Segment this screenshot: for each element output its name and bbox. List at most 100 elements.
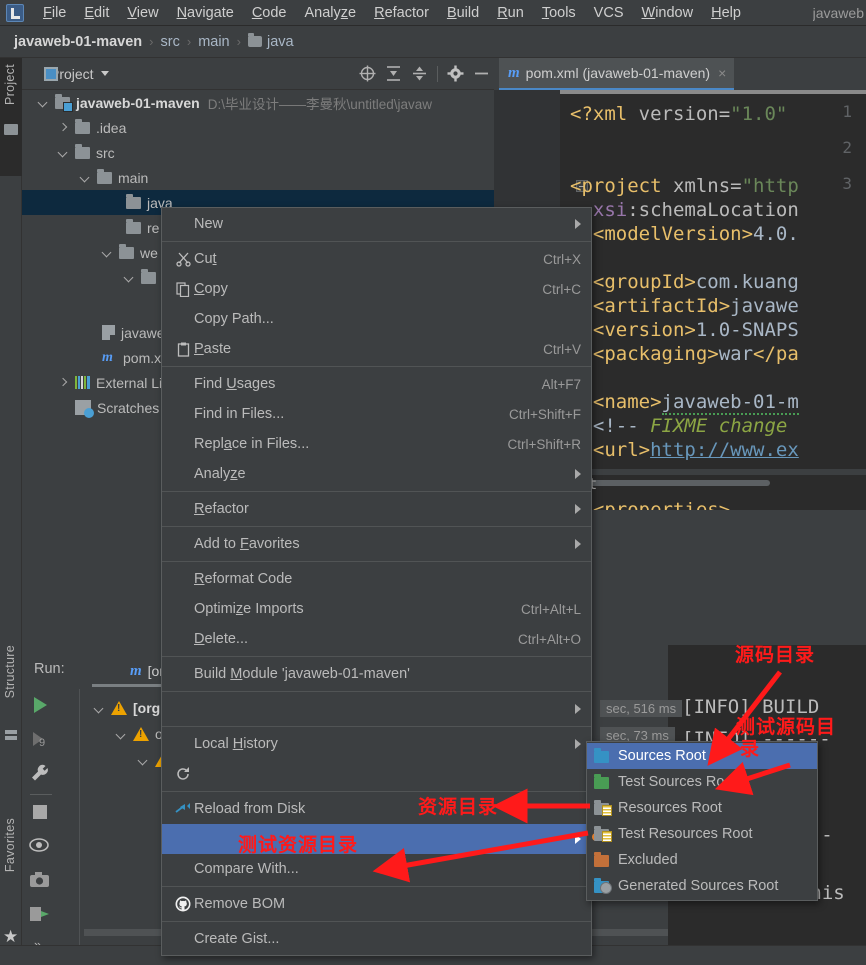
camera-icon[interactable] bbox=[29, 871, 51, 889]
menu-separator bbox=[162, 241, 591, 242]
eye-icon[interactable] bbox=[29, 837, 51, 855]
submenu-item-generated-sources-root[interactable]: Generated Sources Root bbox=[587, 873, 817, 899]
stripe-button-structure[interactable]: Structure bbox=[3, 645, 17, 698]
menu-separator bbox=[162, 561, 591, 562]
annotation-test-sources-root-line2: 录 bbox=[740, 738, 761, 760]
code-line: <!-- FIXME change bbox=[570, 415, 788, 437]
reload-icon bbox=[172, 766, 194, 782]
menu-item-compare-with[interactable]: Reload from Disk bbox=[162, 794, 591, 824]
menu-item-label: Cut bbox=[194, 251, 217, 267]
chevron-down-icon[interactable] bbox=[56, 146, 69, 159]
rerun-debug-icon[interactable]: 9 bbox=[30, 729, 50, 749]
breadcrumb-item-3[interactable]: java bbox=[267, 34, 294, 50]
breadcrumb-item-0[interactable]: javaweb-01-maven bbox=[14, 34, 142, 50]
collapse-all-icon[interactable] bbox=[411, 65, 428, 82]
hide-panel-icon[interactable] bbox=[473, 65, 490, 82]
menu-analyze[interactable]: Analyze bbox=[296, 3, 366, 23]
close-icon[interactable]: × bbox=[718, 65, 726, 81]
chevron-down-icon[interactable] bbox=[136, 754, 149, 767]
tree-row-main[interactable]: main bbox=[22, 165, 494, 190]
menu-item-refactor[interactable]: Refactor bbox=[162, 494, 591, 524]
menu-item-label: Refactor bbox=[194, 501, 249, 517]
editor-tab-pom-xml[interactable]: m pom.xml (javaweb-01-maven) × bbox=[499, 58, 735, 90]
menu-item-delete[interactable]: Delete... Ctrl+Alt+O bbox=[162, 624, 591, 654]
menu-item-cut[interactable]: Cut Ctrl+X bbox=[162, 244, 591, 274]
chevron-down-icon[interactable] bbox=[78, 171, 91, 184]
breadcrumb-item-2[interactable]: main bbox=[198, 34, 229, 50]
chevron-down-icon[interactable] bbox=[36, 96, 49, 109]
menu-help[interactable]: Help bbox=[702, 3, 750, 23]
menu-item-analyze[interactable]: Analyze bbox=[162, 459, 591, 489]
menu-build[interactable]: Build bbox=[438, 3, 488, 23]
menu-item-create-gist[interactable]: Remove BOM bbox=[162, 889, 591, 919]
menu-code[interactable]: Code bbox=[243, 3, 296, 23]
menu-item-build-module[interactable]: Build Module 'javaweb-01-maven' bbox=[162, 659, 591, 689]
chevron-down-icon[interactable] bbox=[114, 728, 127, 741]
menu-file[interactable]: File bbox=[34, 3, 75, 23]
chevron-down-icon[interactable] bbox=[100, 71, 109, 76]
submenu-item-resources-root[interactable]: Resources Root bbox=[587, 795, 817, 821]
scissors-icon bbox=[172, 252, 194, 267]
menu-item-add-to-favorites[interactable]: Add to Favorites bbox=[162, 529, 591, 559]
run-icon[interactable] bbox=[30, 695, 50, 715]
editor-scrollbar-horizontal-top[interactable] bbox=[560, 90, 866, 94]
menu-item-paste[interactable]: Paste Ctrl+V bbox=[162, 334, 591, 364]
editor-scrollbar-horizontal[interactable] bbox=[570, 480, 770, 486]
menu-item-find-in-files[interactable]: Find in Files... Ctrl+Shift+F bbox=[162, 399, 591, 429]
tree-row-idea[interactable]: .idea bbox=[22, 115, 494, 140]
menu-item-label: Build Module 'javaweb-01-maven' bbox=[194, 666, 410, 682]
export-icon[interactable] bbox=[29, 904, 51, 924]
code-line: <project xmlns="http bbox=[570, 175, 799, 197]
menu-item-shortcut: Ctrl+X bbox=[543, 251, 581, 267]
stripe-button-favorites[interactable]: Favorites bbox=[3, 818, 17, 872]
locate-icon[interactable] bbox=[359, 65, 376, 82]
chevron-right-icon[interactable] bbox=[56, 121, 69, 134]
breadcrumb-item-1[interactable]: src bbox=[161, 34, 180, 50]
menu-item-optimize-imports[interactable]: Optimize Imports Ctrl+Alt+L bbox=[162, 594, 591, 624]
settings-gear-icon[interactable] bbox=[447, 65, 464, 82]
maven-file-icon: m bbox=[102, 349, 113, 365]
menu-vcs[interactable]: VCS bbox=[585, 3, 633, 23]
menu-item-mark-directory-as[interactable] bbox=[162, 824, 591, 854]
menu-navigate[interactable]: Navigate bbox=[168, 3, 243, 23]
submenu-item-label: Sources Root bbox=[618, 748, 706, 764]
stripe-button-project[interactable]: Project bbox=[3, 64, 17, 105]
menu-edit[interactable]: Edit bbox=[75, 3, 118, 23]
tree-label: re bbox=[147, 219, 160, 236]
annotation-resources-root: 资源目录 bbox=[418, 796, 499, 818]
menu-run[interactable]: Run bbox=[488, 3, 533, 23]
menu-item-label: Reload from Disk bbox=[194, 801, 306, 817]
menu-item-convert-java-to-kotlin[interactable]: Create Gist... bbox=[162, 924, 591, 954]
submenu-item-sources-root[interactable]: Sources Root bbox=[587, 743, 817, 769]
chevron-right-icon[interactable] bbox=[56, 376, 69, 389]
submenu-item-test-sources-root[interactable]: Test Sources Root bbox=[587, 769, 817, 795]
menu-item-find-usages[interactable]: Find Usages Alt+F7 bbox=[162, 369, 591, 399]
tree-row-module[interactable]: javaweb-01-maven D:\毕业设计——李曼秋\untitled\j… bbox=[22, 90, 494, 115]
menu-item-copy-path[interactable]: Copy Path... bbox=[162, 304, 591, 334]
context-menu[interactable]: New Cut Ctrl+X Copy Ctrl+C Copy Path... … bbox=[161, 207, 592, 956]
breadcrumb-separator: › bbox=[186, 34, 192, 49]
menu-item-reformat-code[interactable]: Reformat Code bbox=[162, 564, 591, 594]
chevron-down-icon[interactable] bbox=[92, 702, 105, 715]
menu-item-remove-bom[interactable]: Compare With... bbox=[162, 854, 591, 884]
menu-view[interactable]: View bbox=[118, 3, 167, 23]
menu-item-new[interactable]: New bbox=[162, 209, 591, 239]
menu-item-open-in[interactable] bbox=[162, 694, 591, 724]
mark-directory-as-submenu[interactable]: Sources Root Test Sources Root Resources… bbox=[586, 741, 818, 901]
tree-row-src[interactable]: src bbox=[22, 140, 494, 165]
menu-item-replace-in-files[interactable]: Replace in Files... Ctrl+Shift+R bbox=[162, 429, 591, 459]
menu-item-local-history[interactable]: Local History bbox=[162, 729, 591, 759]
chevron-down-icon[interactable] bbox=[122, 271, 135, 284]
submenu-item-excluded[interactable]: Excluded bbox=[587, 847, 817, 873]
stop-icon[interactable] bbox=[33, 805, 47, 819]
menu-refactor[interactable]: Refactor bbox=[365, 3, 438, 23]
menu-window[interactable]: Window bbox=[633, 3, 703, 23]
menu-item-reload-from-disk[interactable] bbox=[162, 759, 591, 789]
wrench-icon[interactable] bbox=[30, 763, 50, 785]
submenu-arrow-icon bbox=[575, 504, 581, 514]
menu-item-copy[interactable]: Copy Ctrl+C bbox=[162, 274, 591, 304]
expand-all-icon[interactable] bbox=[385, 65, 402, 82]
menu-tools[interactable]: Tools bbox=[533, 3, 585, 23]
chevron-down-icon[interactable] bbox=[100, 246, 113, 259]
submenu-item-test-resources-root[interactable]: Test Resources Root bbox=[587, 821, 817, 847]
